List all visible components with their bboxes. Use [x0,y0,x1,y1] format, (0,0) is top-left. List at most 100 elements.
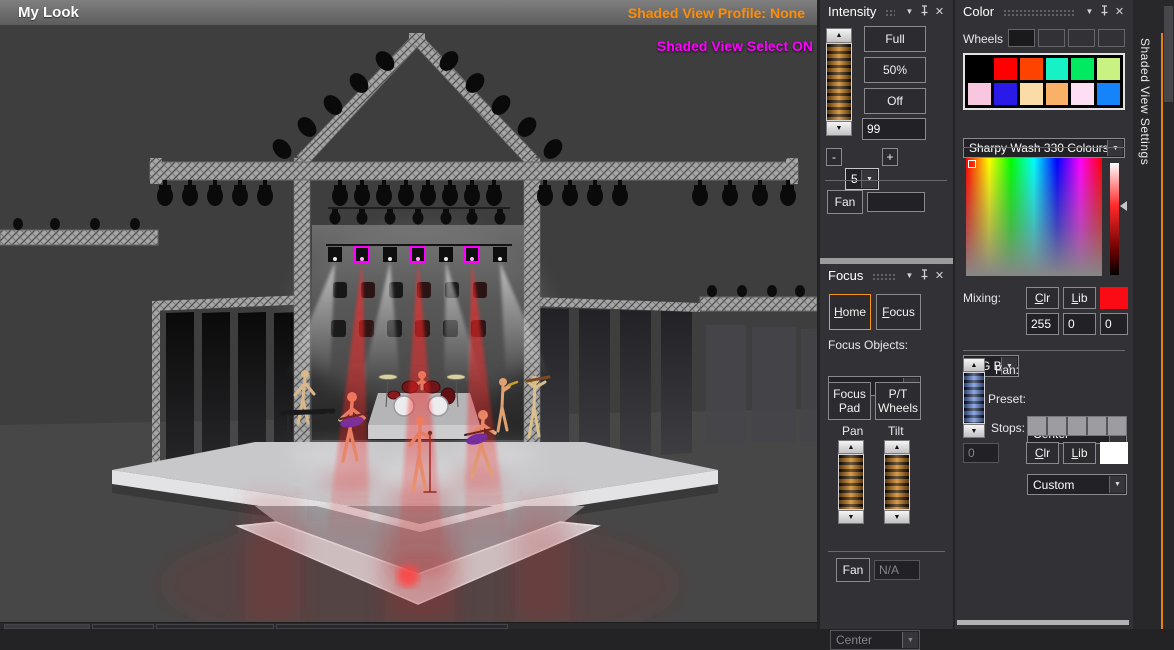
wheel-slot[interactable] [1068,29,1095,47]
fixture[interactable] [439,247,453,262]
focus-fan-mode-dropdown[interactable]: Center▼ [830,630,920,650]
chevron-down-icon[interactable]: ▼ [902,632,918,648]
preset-dropdown[interactable]: Custom▼ [1027,474,1127,495]
intensity-step-minus-button[interactable]: - [826,148,842,166]
pin-icon[interactable] [1097,5,1112,18]
color-panel-header[interactable]: Color ▼ ✕ [955,0,1133,22]
stop-cell[interactable] [1108,417,1126,435]
pin-icon[interactable] [917,269,932,282]
intensity-50-button[interactable]: 50% [864,57,926,83]
tilt-wheel[interactable] [884,454,910,510]
palette-swatch[interactable] [1020,83,1043,105]
focus-panel-header[interactable]: Focus ▼ ✕ [820,264,953,286]
selected-fixture[interactable] [411,247,425,262]
bottom-bar-segment[interactable] [156,624,274,629]
value-slider-handle-icon[interactable] [1120,201,1127,211]
mixing-color-swatch[interactable] [1100,287,1128,309]
mixing-lib-button[interactable]: Lib [1063,287,1096,309]
intensity-wheel[interactable] [826,43,852,121]
close-icon[interactable]: ✕ [932,269,947,282]
pan-wheel[interactable] [838,454,864,510]
intensity-value-input[interactable]: 99 [862,118,926,140]
chevron-down-icon[interactable]: ▼ [861,170,877,188]
intensity-full-button[interactable]: Full [864,26,926,52]
stop-cell[interactable] [1028,417,1048,435]
mixing-clr-button[interactable]: Clr [1026,287,1059,309]
fixture[interactable] [328,247,342,262]
fixture[interactable] [493,247,507,262]
tilt-down-button[interactable]: ▼ [884,510,910,524]
drag-grip-icon[interactable] [885,9,895,16]
stop-cell[interactable] [1068,417,1088,435]
focus-home-button[interactable]: Home [829,294,871,330]
intensity-down-button[interactable]: ▼ [826,121,852,136]
chevron-down-icon[interactable]: ▼ [902,271,917,280]
right-scrollbar-thumb[interactable] [1164,6,1173,102]
intensity-step-dropdown[interactable]: 5▼ [845,168,879,190]
pan-down-button[interactable]: ▼ [838,510,864,524]
focus-fan-button[interactable]: Fan [836,558,870,582]
render-viewport[interactable]: My Look Shaded View Profile: None [0,0,817,629]
green-value-input[interactable]: 0 [1063,313,1096,335]
palette-swatch[interactable] [1071,83,1094,105]
palette-swatch[interactable] [1097,58,1120,80]
color-gradient-picker[interactable] [966,158,1102,276]
selected-fixture[interactable] [355,247,369,262]
stops-color-swatch[interactable] [1100,442,1128,464]
palette-swatch[interactable] [1020,58,1043,80]
stop-cell[interactable] [1048,417,1068,435]
color-palette[interactable] [963,53,1125,110]
stop-cell[interactable] [1088,417,1108,435]
value-slider[interactable] [1110,163,1119,275]
palette-swatch[interactable] [1046,58,1069,80]
viewport-bottom-bar[interactable] [0,622,817,629]
wheel-slot[interactable] [1098,29,1125,47]
stops-lib-button[interactable]: Lib [1063,442,1096,464]
palette-swatch[interactable] [1097,83,1120,105]
chevron-down-icon[interactable]: ▼ [1107,140,1123,156]
blue-value-input[interactable]: 0 [1100,313,1128,335]
color-fan-wheel[interactable] [963,372,985,424]
color-fan-up-button[interactable]: ▲ [963,358,985,372]
palette-swatch[interactable] [1046,83,1069,105]
bottom-bar-segment[interactable] [276,624,508,629]
intensity-panel-header[interactable]: Intensity ▼ ✕ [820,0,953,22]
bottom-bar-segment[interactable] [92,624,154,629]
stops-value-input[interactable]: 0 [963,443,999,463]
color-picker-cursor[interactable] [968,160,976,168]
red-value-input[interactable]: 255 [1026,313,1059,335]
focus-fan-input[interactable]: N/A [874,560,920,580]
drag-grip-icon[interactable] [1003,9,1075,16]
stops-clr-button[interactable]: Clr [1026,442,1059,464]
palette-swatch[interactable] [994,58,1017,80]
tilt-up-button[interactable]: ▲ [884,440,910,454]
pan-up-button[interactable]: ▲ [838,440,864,454]
color-library-dropdown[interactable]: Sharpy Wash 330 Colours▼ [963,138,1125,158]
chevron-down-icon[interactable]: ▼ [1082,7,1097,16]
intensity-off-button[interactable]: Off [864,88,926,114]
palette-swatch[interactable] [968,83,991,105]
intensity-step-plus-button[interactable]: + [882,148,898,166]
palette-swatch[interactable] [968,58,991,80]
wheel-slot[interactable] [1038,29,1065,47]
color-panel-scrollbar[interactable] [957,620,1129,625]
palette-swatch[interactable] [1071,58,1094,80]
pin-icon[interactable] [917,5,932,18]
intensity-fan-button[interactable]: Fan [827,190,863,214]
stops-strip[interactable] [1027,416,1127,436]
focus-focus-button[interactable]: Focus [876,294,921,330]
chevron-down-icon[interactable]: ▼ [902,7,917,16]
selected-fixture[interactable] [465,247,479,262]
palette-swatch[interactable] [994,83,1017,105]
intensity-fan-input[interactable] [867,192,925,212]
bottom-bar-segment[interactable] [4,624,90,629]
pt-wheels-button[interactable]: P/T Wheels [875,382,921,420]
drag-grip-icon[interactable] [872,273,895,280]
focus-pad-button[interactable]: Focus Pad [828,382,871,420]
fixture[interactable] [383,247,397,262]
color-fan-down-button[interactable]: ▼ [963,424,985,438]
intensity-up-button[interactable]: ▲ [826,28,852,43]
stage-scene[interactable] [0,25,817,622]
wheel-slot[interactable] [1008,29,1035,47]
shaded-view-settings-tab[interactable]: Shaded View Settings [1138,38,1152,165]
